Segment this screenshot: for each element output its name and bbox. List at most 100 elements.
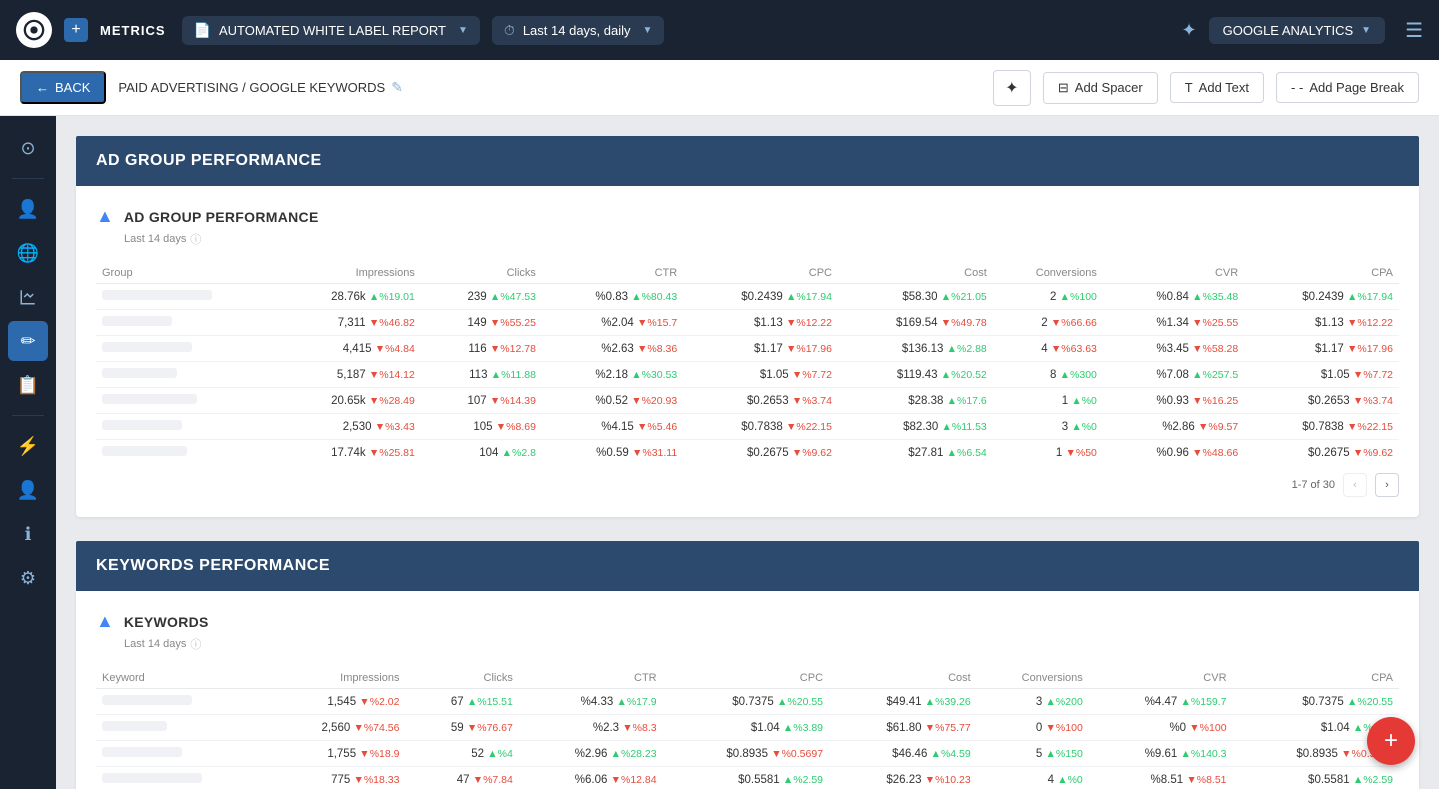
edit-icon[interactable]: ✎ [391,79,403,96]
ad-group-pagination: 1-7 of 30 ‹ › [96,473,1399,497]
table-row: 2,530 ▼%3.43 105 ▼%8.69 %4.15 ▼%5.46 $0.… [96,414,1399,440]
keywords-section: KEYWORDS PERFORMANCE ▲ KEYWORDS Last 14 … [76,541,1419,789]
breadcrumb-text: PAID ADVERTISING / GOOGLE KEYWORDS [118,80,385,95]
google-ads-icon: ▲ [96,206,114,227]
info-circle-icon-2: ⓘ [190,636,201,652]
magic-button[interactable]: ✦ [993,70,1031,106]
wand-icon: ✦ [1005,78,1018,98]
report-name: AUTOMATED WHITE LABEL REPORT [219,23,446,38]
sidebar: ⊙ 👤 🌐 ✏ 📋 ⚡ 👤 ℹ ⚙ [0,116,56,789]
col-cpa: CPA [1244,263,1399,284]
top-navigation: + METRICS 📄 AUTOMATED WHITE LABEL REPORT… [0,0,1439,60]
table-row: 2,560 ▼%74.56 59 ▼%76.67 %2.3 ▼%8.3 $1.0… [96,715,1399,741]
main-layout: ⊙ 👤 🌐 ✏ 📋 ⚡ 👤 ℹ ⚙ AD GROUP PERFORMANCE ▲… [0,116,1439,789]
add-spacer-label: Add Spacer [1075,80,1143,95]
next-page-button[interactable]: › [1375,473,1399,497]
google-ads-icon-2: ▲ [96,611,114,632]
sidebar-item-home[interactable]: ⊙ [8,128,48,168]
date-range-selector[interactable]: ⏱ Last 14 days, daily ▼ [492,16,665,45]
col-group: Group [96,263,277,284]
table-row: 1,755 ▼%18.9 52 ▲%4 %2.96 ▲%28.23 $0.893… [96,741,1399,767]
table-row: 20.65k ▼%28.49 107 ▼%14.39 %0.52 ▼%20.93… [96,388,1399,414]
col-keyword: Keyword [96,668,268,689]
col-clicks: Clicks [421,263,542,284]
add-text-button[interactable]: T Add Text [1170,72,1264,103]
menu-icon[interactable]: ☰ [1405,18,1423,43]
analytics-name: GOOGLE ANALYTICS [1223,23,1354,38]
table-row: 775 ▼%18.33 47 ▼%7.84 %6.06 ▼%12.84 $0.5… [96,767,1399,789]
page-break-icon: - - [1291,80,1303,95]
clock-icon: ⏱ [504,22,515,39]
analytics-selector[interactable]: GOOGLE ANALYTICS ▼ [1209,17,1385,44]
col-kw-cpc: CPC [663,668,829,689]
info-circle-icon: ⓘ [190,231,201,247]
ad-group-card-header: ▲ AD GROUP PERFORMANCE [96,206,1399,227]
keywords-section-header: KEYWORDS PERFORMANCE [76,541,1419,591]
col-kw-cost: Cost [829,668,977,689]
col-kw-impressions: Impressions [268,668,406,689]
report-icon: 📄 [194,22,211,39]
col-cvr: CVR [1103,263,1244,284]
col-ctr: CTR [542,263,683,284]
date-range: Last 14 days, daily [523,23,631,38]
ad-group-section-header: AD GROUP PERFORMANCE [76,136,1419,186]
sparkle-icon: ✦ [1182,20,1197,41]
sidebar-separator [12,178,44,179]
table-row: 28.76k ▲%19.01 239 ▲%47.53 %0.83 ▲%80.43… [96,284,1399,310]
sidebar-item-reports[interactable]: 📋 [8,365,48,405]
keywords-card: ▲ KEYWORDS Last 14 days ⓘ Keyword Impres… [76,591,1419,789]
ad-group-table: Group Impressions Clicks CTR CPC Cost Co… [96,263,1399,465]
ad-group-section-title: AD GROUP PERFORMANCE [96,152,322,169]
col-cost: Cost [838,263,993,284]
col-kw-cpa: CPA [1233,668,1399,689]
table-row: 17.74k ▼%25.81 104 ▲%2.8 %0.59 ▼%31.11 $… [96,440,1399,466]
add-spacer-button[interactable]: ⊟ Add Spacer [1043,72,1158,104]
col-kw-clicks: Clicks [405,668,518,689]
sidebar-item-info[interactable]: ℹ [8,514,48,554]
main-content: AD GROUP PERFORMANCE ▲ AD GROUP PERFORMA… [56,116,1439,789]
sidebar-item-edit[interactable]: ✏ [8,321,48,361]
back-button[interactable]: ← BACK [20,71,106,104]
col-kw-ctr: CTR [519,668,663,689]
ad-group-card-title: AD GROUP PERFORMANCE [124,209,319,225]
report-dropdown-arrow: ▼ [458,25,468,36]
spacer-icon: ⊟ [1058,80,1069,96]
keywords-section-title: KEYWORDS PERFORMANCE [96,557,330,574]
ad-group-section: AD GROUP PERFORMANCE ▲ AD GROUP PERFORMA… [76,136,1419,517]
ad-group-card-subtitle: Last 14 days ⓘ [124,231,1399,247]
keywords-table: Keyword Impressions Clicks CTR CPC Cost … [96,668,1399,789]
text-icon: T [1185,80,1193,95]
sidebar-item-settings[interactable]: ⚙ [8,558,48,598]
add-button[interactable]: + [64,18,88,42]
app-logo [16,12,52,48]
sidebar-item-account[interactable]: 👤 [8,470,48,510]
keywords-card-header: ▲ KEYWORDS [96,611,1399,632]
keywords-card-subtitle: Last 14 days ⓘ [124,636,1399,652]
app-name: METRICS [100,23,166,38]
pagination-text: 1-7 of 30 [1292,479,1335,491]
breadcrumb: PAID ADVERTISING / GOOGLE KEYWORDS ✎ [118,79,403,96]
col-cpc: CPC [683,263,838,284]
col-conversions: Conversions [993,263,1103,284]
sidebar-item-analytics[interactable] [8,277,48,317]
table-row: 5,187 ▼%14.12 113 ▲%11.88 %2.18 ▲%30.53 … [96,362,1399,388]
add-page-break-button[interactable]: - - Add Page Break [1276,72,1419,103]
analytics-dropdown-arrow: ▼ [1361,25,1371,36]
ad-group-card: ▲ AD GROUP PERFORMANCE Last 14 days ⓘ Gr… [76,186,1419,517]
sidebar-item-users[interactable]: 👤 [8,189,48,229]
table-row: 7,311 ▼%46.82 149 ▼%55.25 %2.04 ▼%15.7 $… [96,310,1399,336]
add-text-label: Add Text [1199,80,1249,95]
fab-add-button[interactable]: + [1367,717,1415,765]
add-page-break-label: Add Page Break [1309,80,1404,95]
keywords-card-title: KEYWORDS [124,614,209,630]
report-selector[interactable]: 📄 AUTOMATED WHITE LABEL REPORT ▼ [182,16,480,45]
table-row: 1,545 ▼%2.02 67 ▲%15.51 %4.33 ▲%17.9 $0.… [96,689,1399,715]
back-arrow-icon: ← [36,80,49,95]
prev-page-button[interactable]: ‹ [1343,473,1367,497]
date-dropdown-arrow: ▼ [643,25,653,36]
col-kw-cvr: CVR [1089,668,1233,689]
sidebar-item-integrations[interactable]: ⚡ [8,426,48,466]
col-impressions: Impressions [277,263,421,284]
table-row: 4,415 ▼%4.84 116 ▼%12.78 %2.63 ▼%8.36 $1… [96,336,1399,362]
sidebar-item-globe[interactable]: 🌐 [8,233,48,273]
